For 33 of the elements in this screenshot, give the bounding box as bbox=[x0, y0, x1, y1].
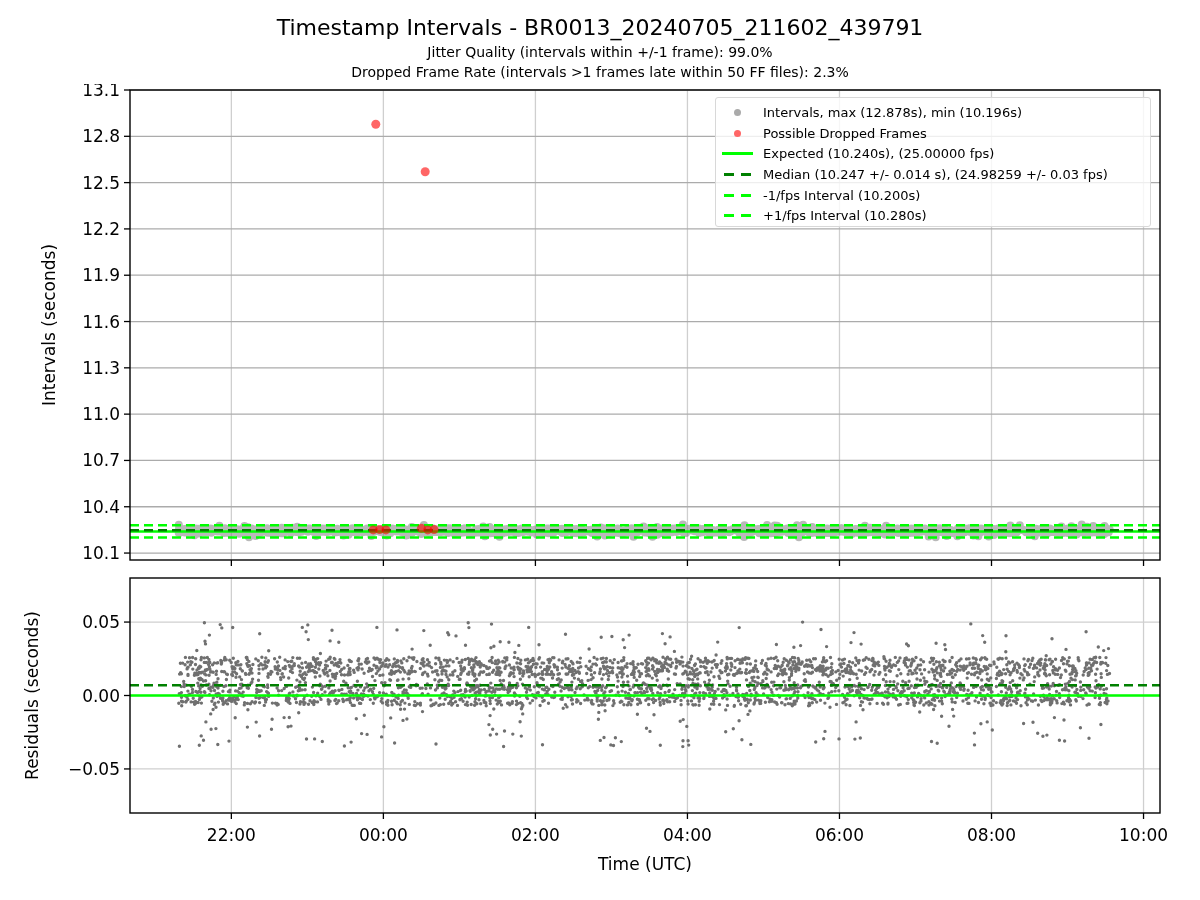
chart-title: Timestamp Intervals - BR0013_20240705_211602_439791 bbox=[276, 14, 924, 42]
legend-label: +1/fps Interval (10.280s) bbox=[763, 208, 927, 224]
tick-label: 00:00 bbox=[358, 825, 408, 845]
tick-label: 10:00 bbox=[1119, 825, 1169, 845]
tick-label: 22:00 bbox=[206, 825, 256, 845]
tick-label: 10.1 bbox=[82, 543, 120, 564]
tick-label: 02:00 bbox=[510, 825, 560, 845]
tick-label: 11.3 bbox=[82, 357, 120, 378]
axis-title: Intervals (seconds) bbox=[39, 243, 59, 407]
tick-label: 0.00 bbox=[82, 685, 120, 706]
tick-label: 06:00 bbox=[814, 825, 864, 845]
tick-label: 11.6 bbox=[82, 311, 120, 332]
axis-title: Residuals (seconds) bbox=[22, 611, 42, 780]
tick-label: 12.2 bbox=[82, 218, 120, 239]
tick-label: 10.4 bbox=[82, 496, 120, 517]
legend-label: Intervals, max (12.878s), min (10.196s) bbox=[763, 104, 1022, 120]
tick-label: 04:00 bbox=[662, 825, 712, 845]
tick-label: 10.7 bbox=[82, 450, 120, 471]
legend-label: Expected (10.240s), (25.00000 fps) bbox=[763, 146, 995, 162]
chart-subtitle: Jitter Quality (intervals within +/-1 frame): 99.0% bbox=[427, 43, 773, 62]
tick-label: 13.1 bbox=[82, 84, 120, 100]
tick-label: 11.0 bbox=[82, 404, 120, 425]
axis-title: Time (UTC) bbox=[598, 854, 692, 874]
tick-label: 08:00 bbox=[967, 825, 1016, 845]
tick-label: 11.9 bbox=[82, 265, 120, 286]
tick-label: −0.05 bbox=[67, 758, 120, 779]
legend-label: Median (10.247 +/- 0.014 s), (24.98259 +/- 0.03 fps) bbox=[763, 166, 1108, 182]
legend-label: -1/fps Interval (10.200s) bbox=[763, 187, 921, 203]
legend-label: Possible Dropped Frames bbox=[763, 125, 927, 141]
tick-label: 12.8 bbox=[82, 126, 120, 147]
chart-subtitle: Dropped Frame Rate (intervals >1 frames late within 50 FF files): 2.3% bbox=[351, 63, 849, 82]
tick-label: 12.5 bbox=[82, 172, 120, 193]
tick-label: 0.05 bbox=[82, 612, 120, 633]
